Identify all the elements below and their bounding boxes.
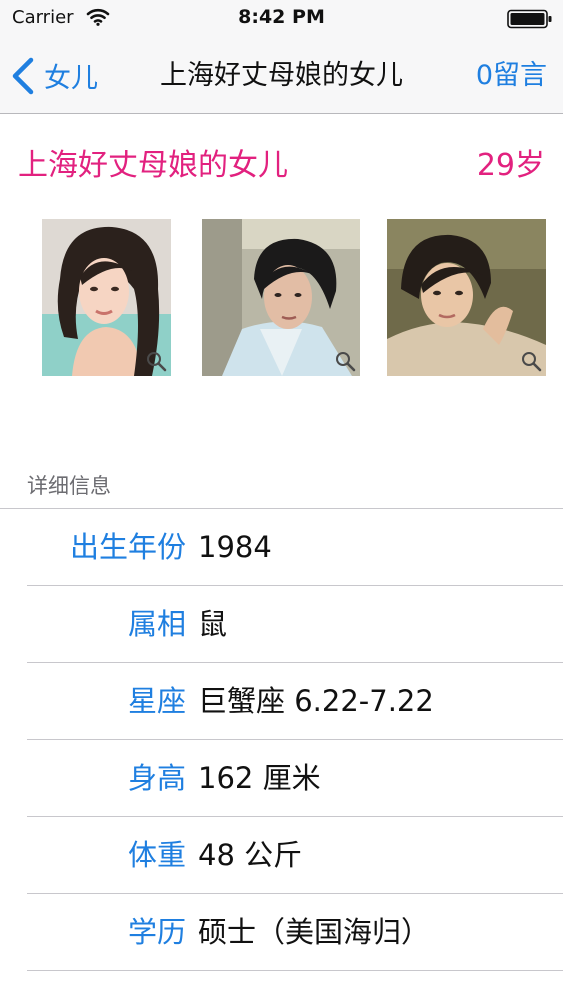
profile-photo-1[interactable]: [42, 219, 171, 376]
magnifier-icon: [522, 352, 542, 372]
detail-value: 鼠: [198, 607, 228, 641]
detail-label: 出生年份: [69, 530, 186, 564]
navigation-bar: 女儿 上海好丈母娘的女儿 0留言: [0, 38, 563, 114]
detail-value: 1984: [198, 530, 272, 564]
status-time: 8:42 PM: [238, 6, 325, 28]
detail-row-zodiac: 属相 鼠: [0, 586, 563, 663]
detail-value: 48 公斤: [198, 838, 303, 872]
magnifier-icon: [336, 352, 356, 372]
back-label: 女儿: [44, 63, 98, 94]
detail-row-constellation: 星座 巨蟹座 6.22-7.22: [0, 663, 563, 740]
detail-row-birth-year: 出生年份 1984: [0, 509, 563, 586]
status-bar: Carrier 8:42 PM: [0, 0, 563, 38]
profile-photo-2[interactable]: [202, 219, 360, 376]
details-section-header: 详细信息: [27, 474, 111, 498]
detail-row-education: 学历 硕士（美国海归）: [0, 894, 563, 971]
profile-name: 上海好丈母娘的女儿: [18, 148, 288, 183]
detail-row-height: 身高 162 厘米: [0, 740, 563, 817]
profile-age: 29岁: [476, 148, 545, 183]
chevron-left-icon: [12, 57, 34, 94]
detail-row-weight: 体重 48 公斤: [0, 817, 563, 894]
detail-value: 硕士（美国海归）: [198, 915, 431, 949]
profile-photo-3[interactable]: [387, 219, 546, 376]
detail-value: 巨蟹座 6.22-7.22: [198, 684, 434, 718]
detail-label: 身高: [127, 761, 186, 795]
detail-label: 体重: [127, 838, 186, 872]
messages-button[interactable]: 0留言: [476, 38, 547, 113]
detail-label: 属相: [127, 607, 186, 641]
back-button[interactable]: 女儿: [10, 38, 98, 113]
battery-icon: [507, 9, 552, 29]
details-list: 出生年份 1984 属相 鼠 星座 巨蟹座 6.22-7.22 身高 162 厘…: [0, 508, 563, 971]
magnifier-icon: [147, 352, 167, 372]
page-title: 上海好丈母娘的女儿: [160, 60, 403, 91]
detail-label: 星座: [127, 684, 186, 718]
detail-label: 学历: [127, 915, 186, 949]
detail-value: 162 厘米: [198, 761, 321, 795]
